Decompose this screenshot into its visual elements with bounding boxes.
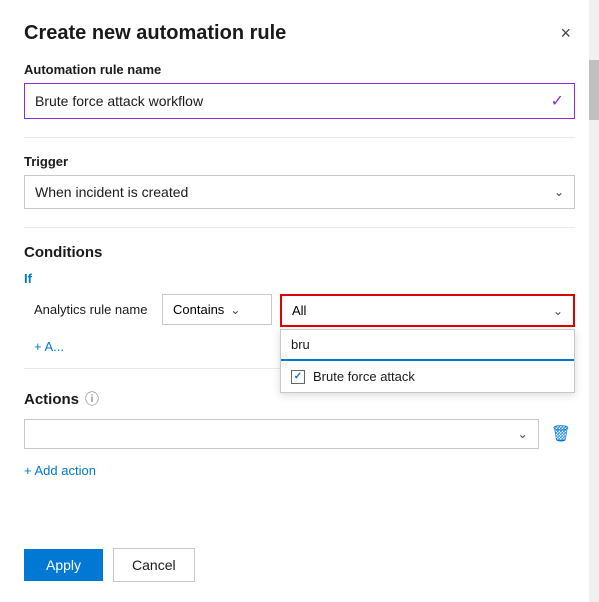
conditions-label: Conditions	[24, 244, 575, 261]
brute-force-checkbox[interactable]	[291, 370, 305, 384]
automation-rule-name-input[interactable]: Brute force attack workflow ✓	[24, 83, 575, 119]
condition-value-chevron-icon: ⌄	[553, 304, 563, 318]
condition-dropdown: Brute force attack	[280, 329, 575, 393]
dialog-header: Create new automation rule ×	[0, 0, 599, 62]
add-and-link[interactable]: + A...	[34, 339, 64, 354]
condition-field-name: Analytics rule name	[34, 294, 154, 317]
delete-action-icon[interactable]: 🗑	[547, 420, 575, 448]
trigger-select[interactable]: When incident is created ⌄	[24, 175, 575, 209]
action-row: ⌄ 🗑	[24, 419, 575, 449]
checkmark-icon: ✓	[551, 91, 564, 111]
cancel-button[interactable]: Cancel	[113, 548, 195, 582]
condition-row: Analytics rule name Contains ⌄ All ⌄	[34, 294, 575, 327]
info-icon[interactable]: ⓘ	[85, 389, 99, 409]
brute-force-item[interactable]: Brute force attack	[281, 361, 574, 392]
condition-search-input[interactable]	[281, 330, 574, 361]
actions-section: Actions ⓘ ⌄ 🗑 + Add action	[24, 389, 575, 480]
trigger-chevron-icon: ⌄	[554, 185, 564, 199]
automation-rule-name-value: Brute force attack workflow	[35, 93, 203, 109]
brute-force-label: Brute force attack	[313, 369, 415, 384]
add-action-label: + Add action	[24, 463, 96, 478]
condition-value-select[interactable]: All ⌄	[280, 294, 575, 327]
trigger-group: Trigger When incident is created ⌄	[24, 154, 575, 209]
scrollbar-track	[589, 0, 599, 602]
automation-rule-name-label: Automation rule name	[24, 62, 575, 77]
dialog-title: Create new automation rule	[24, 22, 286, 45]
dialog-footer: Apply Cancel	[0, 534, 599, 602]
actions-label: Actions	[24, 391, 79, 408]
condition-operator-value: Contains	[173, 302, 224, 317]
condition-value-wrapper: All ⌄ Brute force attack	[280, 294, 575, 327]
divider-1	[24, 137, 575, 138]
if-label: If	[24, 271, 575, 286]
scrollbar-thumb[interactable]	[589, 60, 599, 120]
condition-operator-chevron-icon: ⌄	[230, 303, 240, 317]
action-select[interactable]: ⌄	[24, 419, 539, 449]
add-action-link[interactable]: + Add action	[24, 463, 96, 478]
dialog-body: Automation rule name Brute force attack …	[0, 62, 599, 534]
conditions-section: Conditions If Analytics rule name Contai…	[24, 244, 575, 356]
close-button[interactable]: ×	[556, 20, 575, 46]
condition-value-label: All	[292, 303, 306, 318]
condition-operator-select[interactable]: Contains ⌄	[162, 294, 272, 325]
divider-2	[24, 227, 575, 228]
trigger-label: Trigger	[24, 154, 575, 169]
automation-rule-name-group: Automation rule name Brute force attack …	[24, 62, 575, 119]
create-automation-dialog: Create new automation rule × Automation …	[0, 0, 599, 602]
apply-button[interactable]: Apply	[24, 549, 103, 581]
action-chevron-icon: ⌄	[518, 427, 528, 441]
trigger-value: When incident is created	[35, 184, 188, 200]
